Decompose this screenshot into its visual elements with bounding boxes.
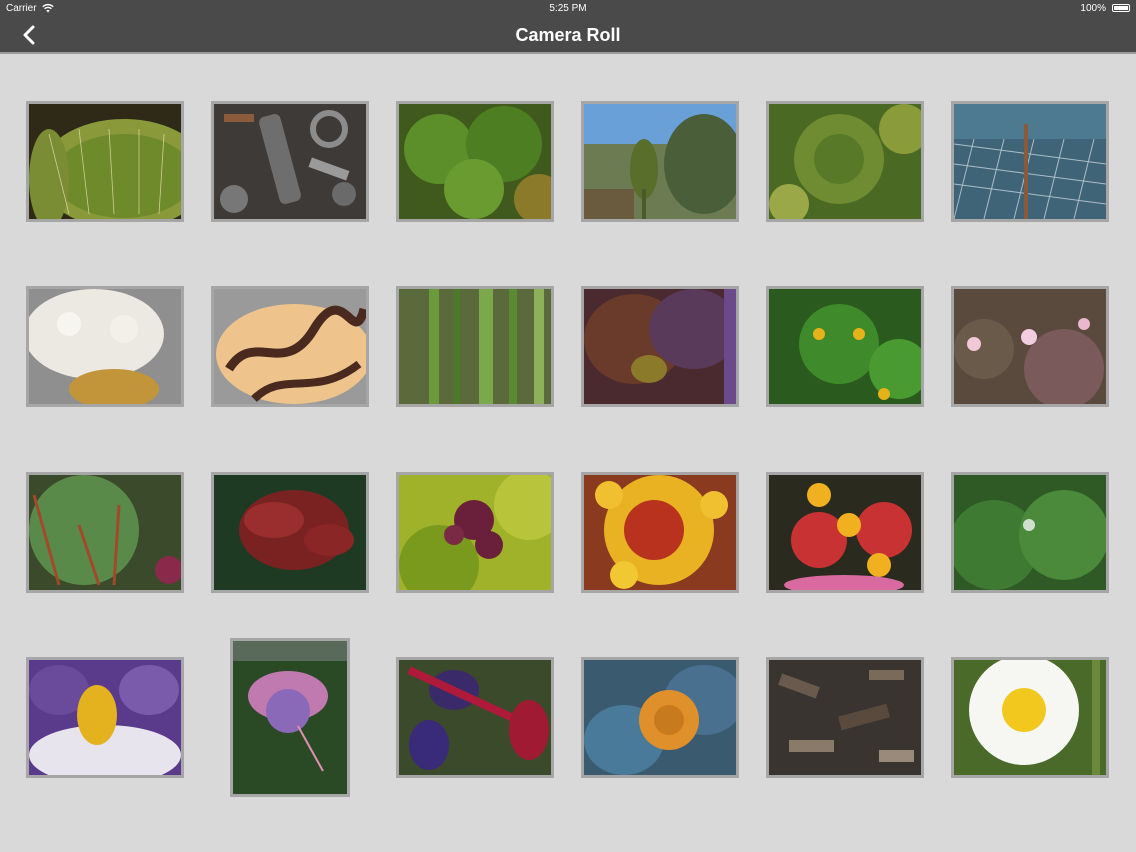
photo-thumbnail-succulent-leaves[interactable] [766, 101, 924, 222]
chocolate-dessert-image [214, 289, 366, 404]
fuchsia-image [233, 641, 347, 794]
purple-flower-image [584, 289, 736, 404]
photo-thumbnail-green-leaves[interactable] [396, 101, 554, 222]
red-lantana-image [769, 475, 921, 590]
photo-thumbnail-fuchsia-flower[interactable] [230, 638, 350, 797]
photo-thumbnail-bud-with-sky[interactable] [581, 101, 739, 222]
leaves-droplet-image [954, 475, 1106, 590]
photo-thumbnail-cactus[interactable] [26, 101, 184, 222]
coconut-dessert-image [29, 289, 181, 404]
photo-thumbnail-pink-small-flowers[interactable] [951, 286, 1109, 407]
yellow-flowers-image [769, 289, 921, 404]
berries-image [399, 475, 551, 590]
iris-image [29, 660, 181, 775]
photo-thumbnail-bark-mulch[interactable] [766, 657, 924, 778]
photo-thumbnail-red-purple-fuchsia[interactable] [396, 657, 554, 778]
daisy-image [954, 660, 1106, 775]
screws-image [214, 104, 366, 219]
succulent-image [769, 104, 921, 219]
photo-thumbnail-yellow-lantana[interactable] [581, 472, 739, 593]
green-leaves-image [399, 104, 551, 219]
fence-image [954, 104, 1106, 219]
status-time: 5:25 PM [549, 3, 587, 14]
photo-thumbnail-daisy[interactable] [951, 657, 1109, 778]
photo-thumbnail-purple-flower-closeup[interactable] [581, 286, 739, 407]
photo-thumbnail-wire-fence-water[interactable] [951, 101, 1109, 222]
photo-thumbnail-screws-and-bolts[interactable] [211, 101, 369, 222]
grass-image [399, 289, 551, 404]
photo-thumbnail-coconut-dessert[interactable] [26, 286, 184, 407]
status-bar: Carrier 5:25 PM 100% [0, 0, 1136, 17]
photo-thumbnail-chocolate-drizzle-dessert[interactable] [211, 286, 369, 407]
red-leaves-image [214, 475, 366, 590]
cactus-image [29, 104, 181, 219]
leaf-red-stems-image [29, 475, 181, 590]
poppy-image [584, 660, 736, 775]
battery-icon [1112, 4, 1130, 12]
photo-thumbnail-blue-poppy[interactable] [581, 657, 739, 778]
page-title: Camera Roll [515, 25, 621, 45]
navigation-bar: Carrier 5:25 PM 100% Camera Roll [0, 0, 1136, 54]
photo-thumbnail-small-yellow-flowers[interactable] [766, 286, 924, 407]
photo-thumbnail-green-leaf-red-stems[interactable] [26, 472, 184, 593]
photo-thumbnail-grass-stems[interactable] [396, 286, 554, 407]
pink-flowers-image [954, 289, 1106, 404]
photo-thumbnail-red-leaves[interactable] [211, 472, 369, 593]
bud-image [584, 104, 736, 219]
battery-percent: 100% [1080, 3, 1106, 14]
red-fuchsia-image [399, 660, 551, 775]
photo-thumbnail-iris-flower[interactable] [26, 657, 184, 778]
photo-thumbnail-red-yellow-lantana[interactable] [766, 472, 924, 593]
photo-thumbnail-green-leaves-droplet[interactable] [951, 472, 1109, 593]
lantana-image [584, 475, 736, 590]
photo-thumbnail-purple-berries[interactable] [396, 472, 554, 593]
mulch-image [769, 660, 921, 775]
